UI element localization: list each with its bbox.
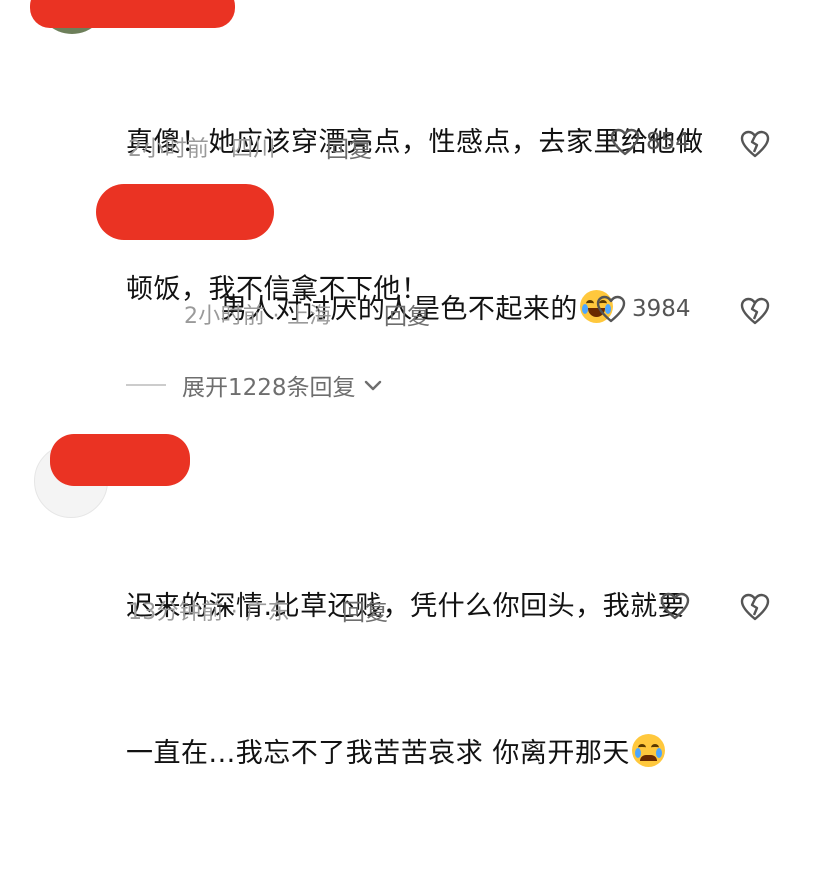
expand-replies-button[interactable]: 展开1228条回复 (126, 368, 384, 402)
comment-2: 男人对讨厌的人是色不起来的 2小时前 · 上海 回复 3984 (0, 180, 813, 340)
broken-heart-icon (740, 593, 770, 621)
comment-3: 迟来的深情.比草还贱，凭什么你回头，我就要 一直在...我忘不了我苦苦哀求 你离… (0, 430, 813, 769)
heart-icon (610, 128, 640, 156)
comment-meta: 2小时前 · 上海 (184, 304, 332, 329)
heart-icon (596, 295, 626, 323)
reply-button[interactable]: 回复 (326, 130, 372, 164)
expand-replies-label: 展开1228条回复 (182, 375, 356, 401)
dislike-button[interactable] (740, 593, 770, 625)
broken-heart-icon (740, 130, 770, 158)
like-button[interactable]: 3984 (596, 295, 691, 323)
broken-heart-icon (740, 297, 770, 325)
chevron-down-icon (364, 380, 381, 391)
like-count: 3984 (632, 296, 691, 322)
crying-emoji-icon (631, 734, 665, 767)
reply-button[interactable]: 回复 (342, 593, 388, 627)
comment-text-line: 一直在...我忘不了我苦苦哀求 你离开那天 (126, 738, 630, 769)
redacted-username (50, 434, 190, 486)
like-button[interactable]: 854 (610, 128, 690, 156)
redacted-username (96, 184, 274, 240)
heart-icon (660, 592, 690, 620)
divider-line (126, 384, 166, 386)
comment-meta: 13分钟前 · 广东 (128, 600, 290, 625)
comment-1: 真傻！她应该穿漂亮点，性感点，去家里给他做 顿饭，我不信拿不下他！ 2小时前 ·… (0, 0, 813, 305)
like-button[interactable] (660, 592, 696, 620)
dislike-button[interactable] (740, 297, 770, 329)
like-count: 854 (646, 129, 690, 155)
dislike-button[interactable] (740, 130, 770, 162)
comment-meta: 2小时前 · 四川 (128, 137, 276, 162)
reply-button[interactable]: 回复 (384, 297, 430, 331)
comment-text: 迟来的深情.比草还贱，凭什么你回头，我就要 一直在...我忘不了我苦苦哀求 你离… (126, 484, 806, 876)
